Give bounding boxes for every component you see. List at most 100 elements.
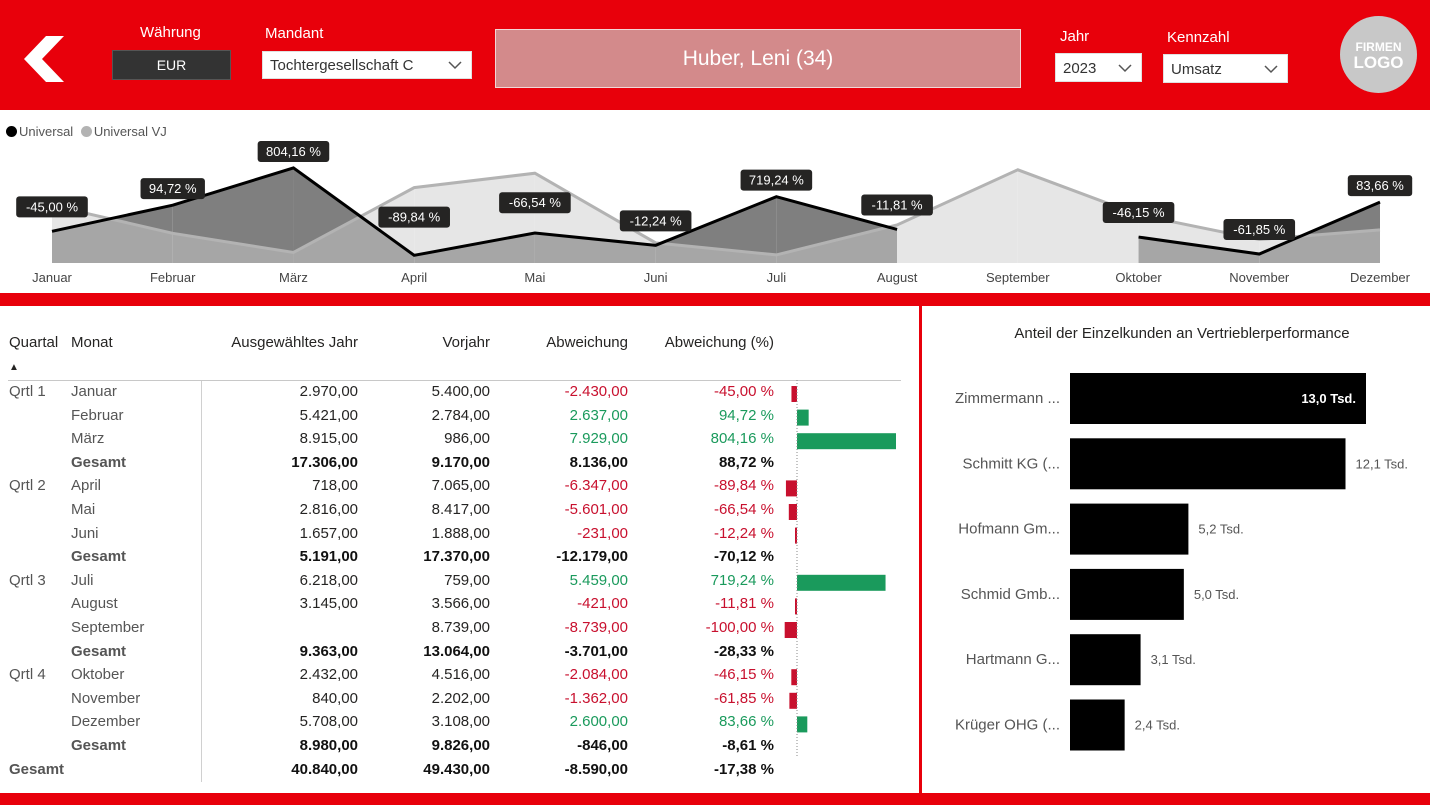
svg-text:-66,54 %: -66,54 %	[509, 195, 561, 210]
deviation-pct-cell: -8,61 %	[722, 737, 774, 754]
matrix-table: Quartal Monat Ausgewähltes Jahr Vorjahr …	[0, 306, 919, 793]
data-label: 83,66 %	[1347, 175, 1413, 197]
customer-bar[interactable]	[1070, 438, 1346, 490]
data-label: -89,84 %	[378, 206, 450, 228]
footer-bar	[0, 793, 1430, 805]
x-axis-label: Februar	[150, 270, 196, 285]
col-header-prior-year[interactable]: Vorjahr	[380, 334, 490, 351]
month-cell: November	[71, 689, 141, 707]
data-label: -61,85 %	[1223, 219, 1296, 241]
category-label: Zimmermann ...	[955, 390, 1060, 407]
prior-year-cell: 3.108,00	[431, 713, 490, 731]
legend-item-prior[interactable]: Universal VJ	[80, 124, 167, 139]
month-cell: September	[71, 619, 145, 636]
svg-text:-46,15 %: -46,15 %	[1113, 205, 1165, 220]
customer-bar[interactable]	[1070, 503, 1189, 555]
deviation-pct-cell: -45,00 %	[713, 383, 774, 400]
deviation-pct-cell: 88,72 %	[718, 453, 774, 471]
month-cell: Dezember	[71, 713, 141, 731]
deviation-cell: -8.590,00	[564, 760, 628, 778]
prior-year-cell: 8.739,00	[431, 619, 490, 636]
deviation-pct-cell: -28,33 %	[713, 642, 774, 660]
col-header-month[interactable]: Monat	[71, 334, 113, 351]
x-axis-label: Dezember	[1350, 270, 1411, 285]
chevron-down-icon	[1118, 63, 1132, 72]
bar-value-label: 5,2 Tsd.	[1198, 522, 1243, 537]
legend-item-current[interactable]: Universal	[6, 124, 73, 139]
month-cell: Mai	[71, 501, 96, 518]
selected-year-cell: 2.970,00	[299, 383, 358, 400]
svg-text:94,72 %: 94,72 %	[149, 181, 197, 196]
svg-text:-45,00 %: -45,00 %	[26, 199, 78, 214]
selected-year-cell: 840,00	[312, 689, 358, 707]
month-cell: Gesamt	[71, 453, 127, 471]
selected-year-cell: 6.218,00	[299, 571, 358, 589]
back-arrow-icon[interactable]	[20, 34, 72, 84]
section-divider	[0, 293, 1430, 306]
customer-bar[interactable]	[1070, 568, 1184, 620]
month-cell: März	[71, 430, 105, 448]
x-axis-label: August	[877, 270, 918, 285]
month-cell: August	[71, 595, 118, 613]
category-label: Schmid Gmb...	[961, 586, 1060, 603]
prior-year-cell: 9.826,00	[431, 737, 490, 754]
sort-ascending-icon[interactable]: ▲	[9, 362, 19, 373]
selected-year-cell: 17.306,00	[291, 453, 358, 471]
deviation-pct-cell: -12,24 %	[713, 524, 774, 542]
deviation-pct-cell: -100,00 %	[705, 619, 774, 636]
month-cell: Februar	[71, 406, 124, 424]
quarter-cell: Qrtl 2	[9, 477, 46, 495]
bar-value-label: 5,0 Tsd.	[1194, 587, 1239, 602]
month-cell: Gesamt	[71, 737, 127, 754]
metric-dropdown[interactable]: Umsatz	[1163, 54, 1288, 83]
year-dropdown[interactable]: 2023	[1055, 53, 1142, 82]
logo-line2: LOGO	[1353, 53, 1404, 72]
deviation-pct-cell: -17,38 %	[713, 760, 774, 778]
selected-year-cell: 40.840,00	[291, 760, 358, 778]
col-header-deviation[interactable]: Abweichung	[500, 334, 628, 351]
deviation-bar	[797, 433, 896, 450]
deviation-bars	[784, 380, 896, 758]
customer-share-panel: Anteil der Einzelkunden an Vertrieblerpe…	[922, 306, 1430, 793]
deviation-cell: 5.459,00	[569, 571, 628, 589]
deviation-pct-cell: -70,12 %	[713, 548, 774, 566]
prior-year-cell: 9.170,00	[431, 453, 490, 471]
year-value: 2023	[1063, 60, 1097, 77]
svg-text:-11,81 %: -11,81 %	[872, 197, 924, 212]
deviation-cell: -2.430,00	[564, 383, 628, 400]
selected-year-cell: 718,00	[312, 477, 358, 495]
deviation-cell: -3.701,00	[564, 642, 628, 660]
bar-value-label: 12,1 Tsd.	[1356, 456, 1409, 471]
prior-year-cell: 1.888,00	[431, 524, 490, 542]
x-axis-label: Juni	[644, 270, 668, 285]
selected-year-cell: 2.816,00	[299, 501, 358, 518]
deviation-cell: -6.347,00	[564, 477, 628, 495]
deviation-bar	[791, 669, 797, 686]
customer-chart-title: Anteil der Einzelkunden an Vertrieblerpe…	[1014, 325, 1350, 342]
month-cell: Juni	[71, 524, 99, 542]
customer-bar[interactable]	[1070, 634, 1141, 686]
deviation-cell: -846,00	[577, 737, 628, 754]
company-logo: FIRMEN LOGO	[1340, 16, 1417, 93]
legend-label-current: Universal	[19, 124, 74, 139]
currency-button[interactable]: EUR	[112, 50, 231, 80]
col-header-deviation-pct[interactable]: Abweichung (%)	[640, 334, 774, 351]
currency-label: Währung	[140, 24, 201, 41]
prior-year-cell: 49.430,00	[423, 760, 490, 778]
deviation-cell: -12.179,00	[556, 548, 628, 566]
bar-value-label: 13,0 Tsd.	[1301, 391, 1356, 406]
deviation-bar	[788, 504, 797, 520]
data-label: -12,24 %	[619, 210, 692, 232]
month-cell: Oktober	[71, 666, 125, 684]
data-label: 94,72 %	[140, 178, 205, 200]
col-header-quarter[interactable]: Quartal	[9, 334, 58, 351]
data-label: -46,15 %	[1102, 202, 1175, 224]
deviation-cell: 2.600,00	[569, 713, 628, 731]
quarter-cell: Qrtl 4	[9, 666, 46, 684]
client-dropdown[interactable]: Tochtergesellschaft C	[262, 51, 472, 79]
deviation-pct-cell: -11,81 %	[715, 595, 774, 613]
customer-bar[interactable]	[1070, 699, 1125, 751]
deviation-cell: -421,00	[577, 595, 628, 613]
col-header-selected-year[interactable]: Ausgewähltes Jahr	[200, 334, 358, 351]
svg-text:804,16 %: 804,16 %	[266, 144, 321, 159]
